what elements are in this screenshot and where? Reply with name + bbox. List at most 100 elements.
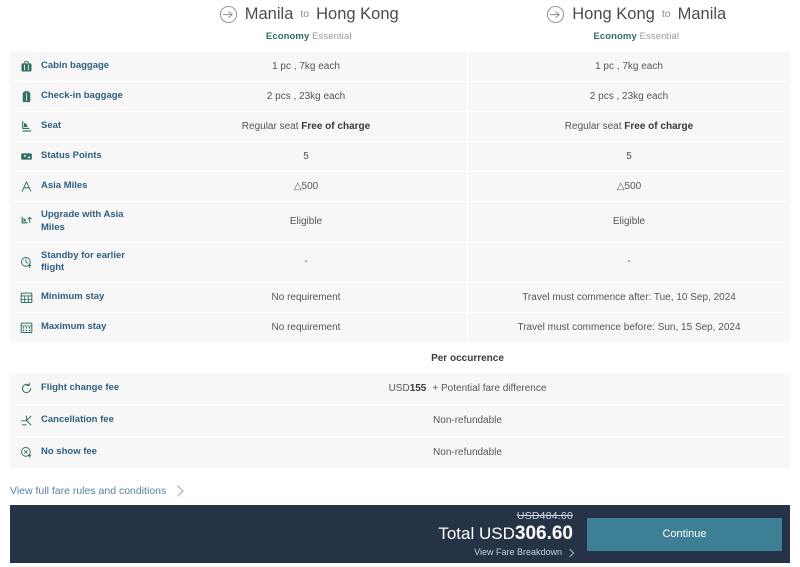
fee-value-no-show: Non-refundable — [145, 437, 790, 469]
cabin-class-inbound: Economy Essential — [473, 31, 800, 42]
row-label-no-show-fee: No show fee — [10, 437, 145, 469]
fare-attributes-table: Cabin baggage 1 pc , 7kg each 1 pc , 7kg… — [10, 52, 790, 470]
table-row: Cabin baggage 1 pc , 7kg each 1 pc , 7kg… — [10, 52, 790, 82]
fare-family-name: Essential — [639, 31, 680, 42]
cabin-baggage-icon — [19, 59, 34, 74]
cell-outbound: 1 pc , 7kg each — [145, 52, 468, 81]
fee-extra-note: + Potential fare difference — [432, 383, 547, 395]
total-currency: USD — [478, 524, 515, 544]
total-price-bar: USD484.60 Total USD306.60 View Fare Brea… — [10, 505, 790, 563]
per-occurrence-spacer — [10, 343, 145, 374]
fee-row: Cancellation fee Non-refundable — [10, 405, 790, 438]
total-price: Total USD306.60 — [438, 524, 573, 543]
route-outbound: Manila to Hong Kong — [145, 5, 473, 24]
fee-value-cancellation: Non-refundable — [145, 405, 790, 437]
row-label-flight-change-fee: Flight change fee — [10, 373, 145, 405]
row-label-status-points: Status Points — [10, 142, 145, 171]
cell-outbound: 5 — [145, 142, 468, 171]
total-label: Total — [438, 524, 479, 544]
row-label-upgrade-with-asia-miles: Upgrade with Asia Miles — [10, 202, 145, 242]
per-occurrence-title: Per occurrence — [145, 343, 790, 374]
fee-amount: USD155 — [389, 383, 427, 394]
maximum-stay-icon — [19, 320, 34, 335]
to-label: to — [661, 8, 671, 21]
row-label-text: Upgrade with Asia Miles — [41, 209, 124, 233]
row-label-text: Asia Miles — [41, 180, 88, 192]
table-row: Standby for earlier flight - - — [10, 242, 790, 284]
row-label-text: Check-in baggage — [41, 90, 123, 102]
row-label-text: Cancellation fee — [41, 414, 114, 426]
cabin-class-outbound: Economy Essential — [145, 31, 473, 42]
cancellation-icon — [19, 413, 34, 428]
chevron-right-icon — [565, 548, 575, 557]
route-headers: Manila to Hong Kong Economy Essential Ho… — [0, 0, 800, 52]
cell-inbound: Travel must commence after: Tue, 10 Sep,… — [468, 283, 790, 313]
row-label-text: Maximum stay — [41, 321, 107, 333]
seat-price: Free of charge — [301, 120, 371, 132]
view-full-fare-rules-link[interactable]: View full fare rules and conditions — [10, 485, 800, 497]
fee-row: Flight change fee USD155 + Potential far… — [10, 373, 790, 406]
table-row: Upgrade with Asia Miles Eligible Eligibl… — [10, 202, 790, 243]
row-label-asia-miles: Asia Miles — [10, 172, 145, 201]
table-row: Check-in baggage 2 pcs , 23kg each 2 pcs… — [10, 82, 790, 112]
breakdown-label: View Fare Breakdown — [474, 547, 562, 558]
row-label-minimum-stay: Minimum stay — [10, 283, 145, 313]
cell-outbound: - — [145, 242, 468, 283]
fee-number: 155 — [409, 383, 427, 395]
flight-change-icon — [19, 381, 34, 396]
status-points-icon — [19, 149, 34, 164]
row-label-text: Status Points — [41, 150, 102, 162]
plane-circle-icon — [219, 5, 238, 24]
table-row: Minimum stay No requirement Travel must … — [10, 283, 790, 314]
fare-comparison-page: Manila to Hong Kong Economy Essential Ho… — [0, 0, 800, 567]
row-label-text: Standby for earlier flight — [41, 249, 125, 274]
origin-city: Manila — [244, 5, 294, 24]
cell-inbound: 2 pcs , 23kg each — [468, 82, 790, 111]
original-price: USD484.60 — [516, 509, 573, 522]
plane-circle-icon — [546, 5, 565, 24]
seat-type: Regular seat — [241, 120, 302, 132]
cell-inbound: Eligible — [468, 202, 790, 242]
cell-inbound: 1 pc , 7kg each — [468, 52, 790, 81]
rules-link-label: View full fare rules and conditions — [10, 485, 167, 498]
flight-header-inbound: Hong Kong to Manila Economy Essential — [473, 0, 800, 52]
row-label-checkin-baggage: Check-in baggage — [10, 82, 145, 111]
seat-type: Regular seat — [564, 120, 625, 132]
row-label-cabin-baggage: Cabin baggage — [10, 52, 145, 81]
row-label-text: Minimum stay — [41, 291, 105, 303]
minimum-stay-icon — [19, 290, 34, 305]
asia-miles-icon — [19, 179, 34, 194]
cell-outbound: No requirement — [145, 283, 468, 313]
cell-outbound: 2 pcs , 23kg each — [145, 82, 468, 111]
row-label-cancellation-fee: Cancellation fee — [10, 405, 145, 437]
origin-city: Hong Kong — [572, 5, 655, 24]
row-label-text: Flight change fee — [41, 382, 120, 394]
destination-city: Hong Kong — [316, 5, 399, 24]
cell-inbound: △500 — [468, 172, 790, 201]
destination-city: Manila — [677, 5, 727, 24]
standby-icon — [19, 255, 34, 270]
cell-inbound: Regular seat Free of charge — [468, 112, 790, 141]
header-label-column — [10, 0, 145, 52]
cell-outbound: No requirement — [145, 313, 468, 343]
row-label-text: No show fee — [41, 446, 97, 458]
cell-inbound: - — [468, 242, 790, 283]
view-fare-breakdown-link[interactable]: View Fare Breakdown — [438, 547, 575, 558]
cabin-class-name: Economy — [593, 31, 637, 42]
total-amount: 306.60 — [514, 523, 573, 545]
seat-price: Free of charge — [624, 120, 694, 132]
table-row: Status Points 5 5 — [10, 142, 790, 172]
left-gutter — [0, 0, 10, 52]
cell-inbound: Travel must commence before: Sun, 15 Sep… — [468, 313, 790, 343]
continue-button[interactable]: Continue — [587, 517, 782, 551]
cell-inbound: 5 — [468, 142, 790, 171]
chevron-right-icon — [172, 485, 184, 497]
row-label-standby-for-earlier-flight: Standby for earlier flight — [10, 242, 145, 283]
flight-header-outbound: Manila to Hong Kong Economy Essential — [145, 0, 473, 52]
fee-currency: USD — [388, 383, 410, 395]
upgrade-miles-icon — [19, 214, 34, 229]
table-row: Seat Regular seat Free of charge Regular… — [10, 112, 790, 142]
per-occurrence-header: Per occurrence — [10, 343, 790, 374]
fee-row: No show fee Non-refundable — [10, 437, 790, 470]
cabin-class-name: Economy — [265, 31, 310, 42]
